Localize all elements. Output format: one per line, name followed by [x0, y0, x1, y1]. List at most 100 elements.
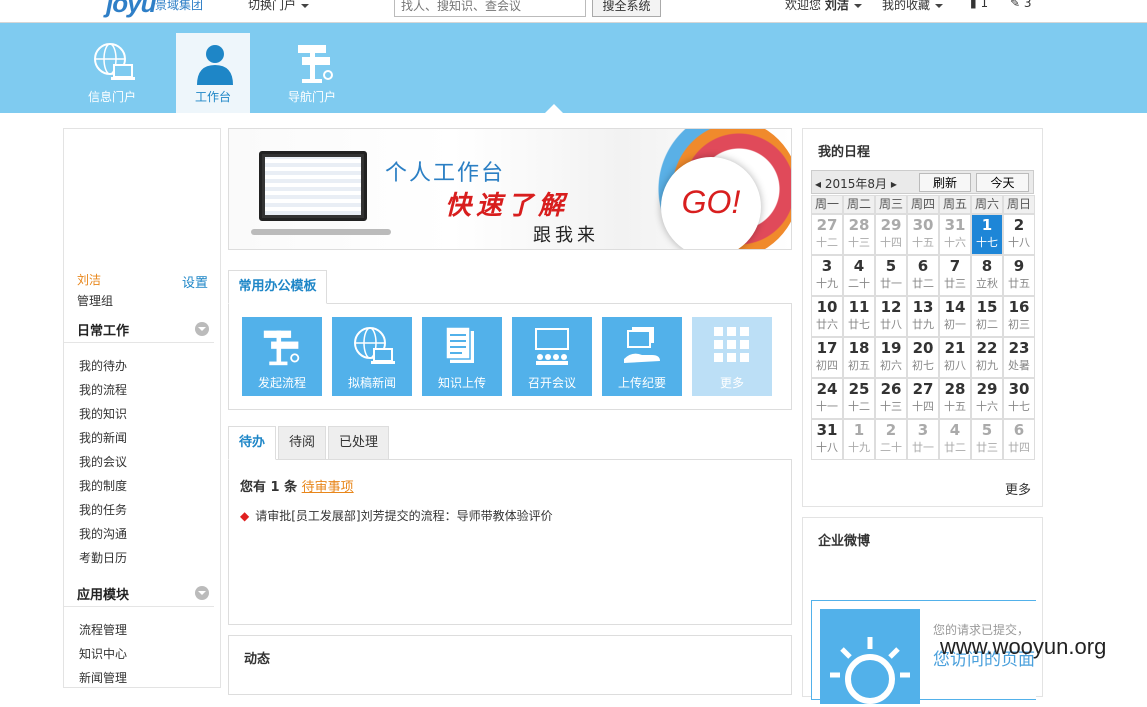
calendar-day[interactable]: 13 廿九 [907, 296, 939, 337]
calendar-day[interactable]: 6 廿二 [907, 255, 939, 296]
sidebar-item-my-communication[interactable]: 我的沟通 [79, 525, 127, 542]
template-more[interactable]: 更多 [692, 317, 772, 396]
calendar-day[interactable]: 11 廿七 [843, 296, 875, 337]
calendar-day[interactable]: 21 初八 [939, 337, 971, 378]
calendar-day[interactable]: 2 二十 [875, 419, 907, 460]
calendar-day[interactable]: 7 廿三 [939, 255, 971, 296]
template-start-flow[interactable]: 发起流程 [242, 317, 322, 396]
tab-office-templates[interactable]: 常用办公模板 [228, 270, 327, 304]
calendar-day[interactable]: 31 十八 [811, 419, 843, 460]
sidebar-item-my-tasks[interactable]: 我的任务 [79, 501, 127, 518]
section-app-modules[interactable]: 应用模块 [64, 579, 214, 607]
calendar-day[interactable]: 22 初九 [971, 337, 1003, 378]
favorites-dropdown[interactable]: 我的收藏 [882, 0, 944, 13]
sidebar-item-news-management[interactable]: 新闻管理 [79, 669, 127, 686]
collapse-icon[interactable] [195, 322, 209, 336]
today-button[interactable]: 今天 [976, 173, 1029, 192]
settings-link[interactable]: 设置 [182, 272, 208, 291]
calendar-day-lunar: 立秋 [976, 277, 998, 290]
chevron-down-icon [301, 3, 310, 8]
sidebar-item-flow-management[interactable]: 流程管理 [79, 621, 127, 638]
calendar-day[interactable]: 31 十六 [939, 214, 971, 255]
calendar-day[interactable]: 12 廿八 [875, 296, 907, 337]
refresh-button[interactable]: 刷新 [919, 173, 971, 192]
calendar-day[interactable]: 20 初七 [907, 337, 939, 378]
edits-counter[interactable]: ✎ 3 [1010, 0, 1032, 10]
search-input[interactable] [394, 0, 586, 17]
calendar-day[interactable]: 16 初三 [1003, 296, 1035, 337]
section-daily-work[interactable]: 日常工作 [64, 315, 214, 343]
portal-switch-dropdown[interactable]: 切换门户 [248, 0, 310, 13]
calendar-day-today[interactable]: 1 十七 [971, 214, 1003, 255]
calendar-day[interactable]: 19 初六 [875, 337, 907, 378]
calendar-day[interactable]: 3 廿一 [907, 419, 939, 460]
calendar-day[interactable]: 29 十六 [971, 378, 1003, 419]
next-month-icon[interactable]: ▸ [891, 177, 897, 191]
calendar-day[interactable]: 26 十三 [875, 378, 907, 419]
calendar-day[interactable]: 9 廿五 [1003, 255, 1035, 296]
sidebar-item-my-flows[interactable]: 我的流程 [79, 381, 127, 398]
logo[interactable]: joyu [106, 0, 156, 19]
calendar-day[interactable]: 1 十九 [843, 419, 875, 460]
sidebar-item-my-knowledge[interactable]: 我的知识 [79, 405, 127, 422]
calendar-day-lunar: 十九 [816, 277, 838, 290]
calendar-day[interactable]: 18 初五 [843, 337, 875, 378]
weekday-header: 周五 [939, 195, 971, 214]
template-hold-meeting[interactable]: 召开会议 [512, 317, 592, 396]
tab-to-read[interactable]: 待阅 [278, 426, 326, 460]
schedule-more-link[interactable]: 更多 [1005, 479, 1031, 498]
documents-counter[interactable]: ▮ 1 [970, 0, 988, 10]
collapse-icon[interactable] [195, 586, 209, 600]
go-button[interactable]: GO! [661, 157, 761, 249]
calendar-day[interactable]: 25 十二 [843, 378, 875, 419]
tab-processed[interactable]: 已处理 [328, 426, 389, 460]
tab-nav-portal[interactable]: 导航门户 [275, 33, 349, 113]
calendar-day[interactable]: 30 十七 [1003, 378, 1035, 419]
calendar-day[interactable]: 24 十一 [811, 378, 843, 419]
calendar-day[interactable]: 15 初二 [971, 296, 1003, 337]
calendar-day[interactable]: 5 廿三 [971, 419, 1003, 460]
welcome-user[interactable]: 欢迎您 刘洁 [785, 0, 862, 13]
template-knowledge-upload[interactable]: 知识上传 [422, 317, 502, 396]
calendar-day[interactable]: 14 初一 [939, 296, 971, 337]
calendar-day[interactable]: 28 十五 [939, 378, 971, 419]
calendar-day[interactable]: 5 廿一 [875, 255, 907, 296]
calendar-day[interactable]: 29 十四 [875, 214, 907, 255]
calendar-day[interactable]: 17 初四 [811, 337, 843, 378]
tab-todo[interactable]: 待办 [228, 426, 276, 460]
calendar-day[interactable]: 2 十八 [1003, 214, 1035, 255]
calendar-day-lunar: 二十 [848, 277, 870, 290]
calendar-day-lunar: 初三 [1008, 318, 1030, 331]
calendar-day[interactable]: 27 十二 [811, 214, 843, 255]
tab-info-portal[interactable]: 信息门户 [75, 33, 149, 113]
calendar-day[interactable]: 6 廿四 [1003, 419, 1035, 460]
sidebar-item-my-rules[interactable]: 我的制度 [79, 477, 127, 494]
calendar-day[interactable]: 3 十九 [811, 255, 843, 296]
calendar-day[interactable]: 30 十五 [907, 214, 939, 255]
template-draft-news[interactable]: 拟稿新闻 [332, 317, 412, 396]
prev-month-icon[interactable]: ◂ [815, 177, 821, 191]
calendar-day[interactable]: 8 立秋 [971, 255, 1003, 296]
sidebar-item-my-todo[interactable]: 我的待办 [79, 357, 127, 374]
calendar-day[interactable]: 4 廿二 [939, 419, 971, 460]
template-upload-minutes[interactable]: 上传纪要 [602, 317, 682, 396]
sidebar-username[interactable]: 刘洁 [77, 271, 101, 288]
tab-workbench[interactable]: 工作台 [176, 33, 250, 113]
sidebar-item-my-meetings[interactable]: 我的会议 [79, 453, 127, 470]
calendar-day[interactable]: 23 处暑 [1003, 337, 1035, 378]
calendar-day[interactable]: 4 二十 [843, 255, 875, 296]
calendar-day-number: 29 [880, 216, 902, 234]
calendar-day-lunar: 初一 [944, 318, 966, 331]
pending-items-link[interactable]: 待审事项 [302, 480, 354, 495]
calendar-day[interactable]: 27 十四 [907, 378, 939, 419]
sidebar-item-attendance-calendar[interactable]: 考勤日历 [79, 549, 127, 566]
sidebar-item-knowledge-center[interactable]: 知识中心 [79, 645, 127, 662]
calendar-day[interactable]: 28 十三 [843, 214, 875, 255]
sidebar-item-my-news[interactable]: 我的新闻 [79, 429, 127, 446]
list-item[interactable]: ◆ 请审批[员工发展部]刘芳提交的流程：导师带教体验评价 [240, 507, 553, 524]
calendar-day-number: 2 [885, 421, 897, 439]
search-button[interactable]: 搜全系统 [592, 0, 661, 17]
promo-banner[interactable]: 个人工作台 快速了解 跟我来 GO! [228, 128, 792, 250]
calendar-day-lunar: 十八 [816, 441, 838, 454]
calendar-day[interactable]: 10 廿六 [811, 296, 843, 337]
